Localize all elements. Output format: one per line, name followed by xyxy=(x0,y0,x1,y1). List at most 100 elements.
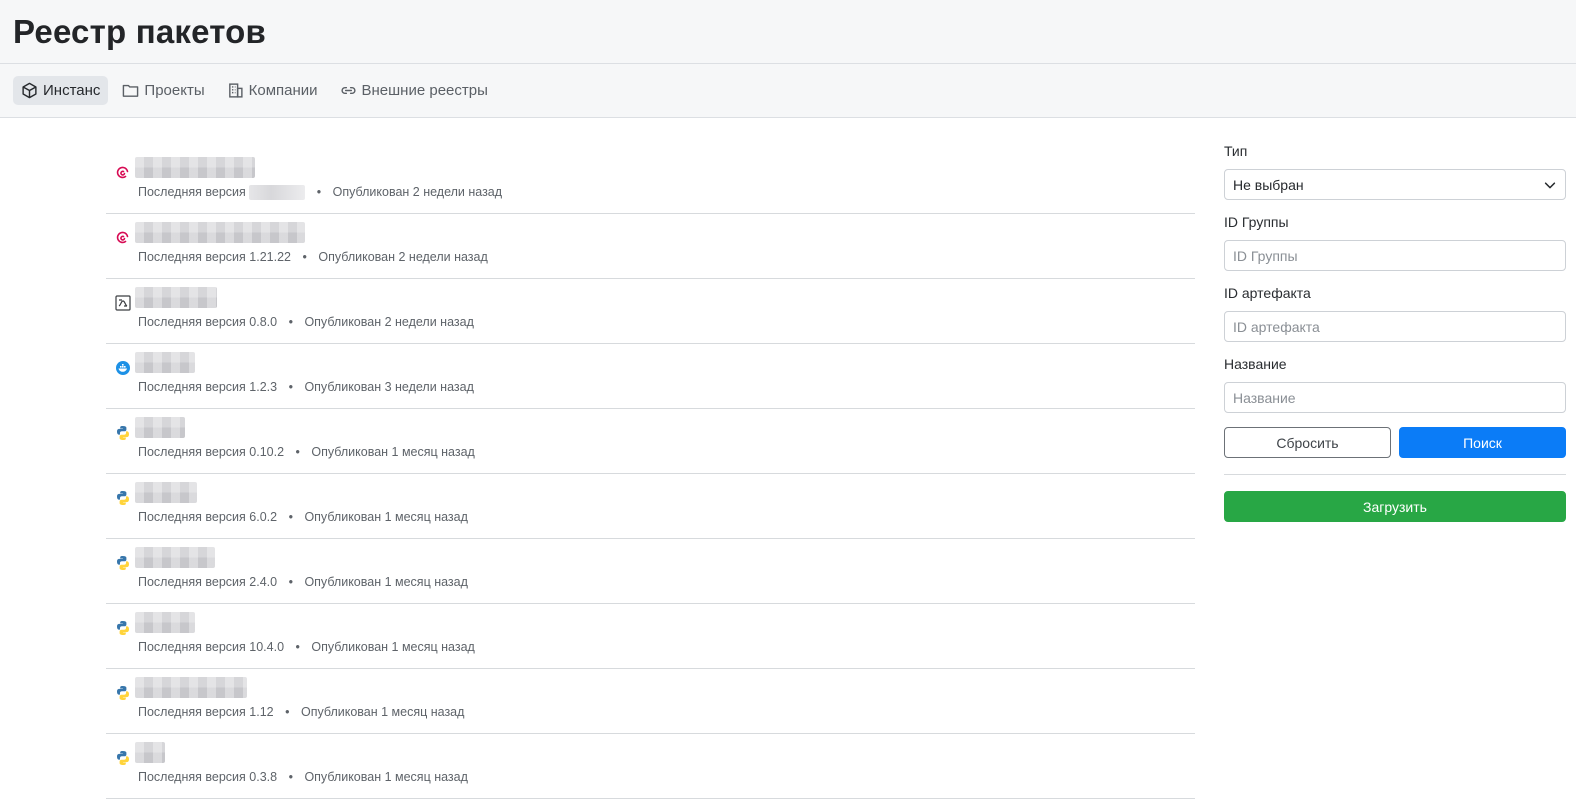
version-label: Последняя версия xyxy=(138,705,246,719)
version-label: Последняя версия xyxy=(138,250,246,264)
version-label: Последняя версия xyxy=(138,315,246,329)
version-number: 0.8.0 xyxy=(249,315,278,329)
python-icon xyxy=(114,684,131,701)
type-select[interactable]: Не выбран xyxy=(1224,169,1566,200)
package-row[interactable]: Последняя версия • Опубликован 2 недели … xyxy=(106,149,1195,214)
python-icon xyxy=(114,424,131,441)
package-meta: Последняя версия 0.3.8 • Опубликован 1 м… xyxy=(138,770,468,784)
version-number: 2.4.0 xyxy=(249,575,278,589)
version-label: Последняя версия xyxy=(138,445,246,459)
package-meta: Последняя версия 0.8.0 • Опубликован 2 н… xyxy=(138,315,474,329)
published-text: Опубликован 1 месяц назад xyxy=(304,510,468,524)
debian-icon xyxy=(114,229,131,246)
package-row[interactable]: Последняя версия 1.12 • Опубликован 1 ме… xyxy=(106,669,1195,734)
tab-instance[interactable]: Инстанс xyxy=(13,76,109,105)
separator-dot: • xyxy=(316,185,322,199)
python-icon xyxy=(114,489,131,506)
package-row[interactable]: Последняя версия 0.8.0 • Опубликован 2 н… xyxy=(106,279,1195,344)
box-icon xyxy=(22,82,37,99)
search-button[interactable]: Поиск xyxy=(1399,427,1566,458)
upload-button[interactable]: Загрузить xyxy=(1224,491,1566,522)
separator-dot: • xyxy=(288,770,293,784)
tab-companies-label: Компании xyxy=(248,82,318,99)
package-name-redacted[interactable] xyxy=(135,352,195,373)
name-input[interactable] xyxy=(1224,382,1566,413)
group-id-input[interactable] xyxy=(1224,240,1566,271)
package-name-redacted[interactable] xyxy=(135,612,195,633)
version-label: Последняя версия xyxy=(138,575,246,589)
package-meta: Последняя версия 0.10.2 • Опубликован 1 … xyxy=(138,445,475,459)
python-icon xyxy=(114,619,131,636)
link-icon xyxy=(341,86,356,95)
package-row[interactable]: Последняя версия 10.4.0 • Опубликован 1 … xyxy=(106,604,1195,669)
package-name-redacted[interactable] xyxy=(135,547,215,568)
version-label: Последняя версия xyxy=(138,640,246,654)
tab-bar: Инстанс Проекты Компании Внешние реестры xyxy=(0,64,1576,118)
package-name-redacted[interactable] xyxy=(135,287,217,308)
tab-projects-label: Проекты xyxy=(144,82,205,99)
package-name-redacted[interactable] xyxy=(135,157,255,178)
package-name-redacted[interactable] xyxy=(135,677,247,698)
python-icon xyxy=(114,554,131,571)
version-number: 0.3.8 xyxy=(249,770,278,784)
separator-dot: • xyxy=(288,315,293,329)
tab-instance-label: Инстанс xyxy=(43,82,101,99)
filter-panel: Тип Не выбран ID Группы ID артефакта Наз… xyxy=(1224,143,1566,522)
package-meta: Последняя версия 1.12 • Опубликован 1 ме… xyxy=(138,705,464,719)
separator-dot: • xyxy=(295,640,300,654)
page-header: Реестр пакетов xyxy=(0,0,1576,64)
debian-icon xyxy=(114,164,131,181)
package-meta: Последняя версия 6.0.2 • Опубликован 1 м… xyxy=(138,510,468,524)
python-icon xyxy=(114,749,131,766)
type-select-value: Не выбран xyxy=(1233,176,1304,193)
published-text: Опубликован 3 недели назад xyxy=(304,380,474,394)
published-text: Опубликован 2 недели назад xyxy=(318,250,488,264)
published-text: Опубликован 2 недели назад xyxy=(332,185,503,199)
package-row[interactable]: Последняя версия 1.2.3 • Опубликован 3 н… xyxy=(106,344,1195,409)
artifact-id-field: ID артефакта xyxy=(1224,285,1566,342)
separator-dot: • xyxy=(288,575,293,589)
package-meta: Последняя версия • Опубликован 2 недели … xyxy=(138,185,503,201)
type-field: Тип Не выбран xyxy=(1224,143,1566,200)
package-row[interactable]: Последняя версия 1.21.22 • Опубликован 2… xyxy=(106,214,1195,279)
page-title: Реестр пакетов xyxy=(13,12,266,50)
separator-dot: • xyxy=(288,510,293,524)
package-row[interactable]: Последняя версия 0.3.8 • Опубликован 1 м… xyxy=(106,734,1195,799)
package-name-redacted[interactable] xyxy=(135,417,185,438)
published-text: Опубликован 1 месяц назад xyxy=(304,770,468,784)
name-field: Название xyxy=(1224,356,1566,413)
helm-icon xyxy=(114,294,131,311)
artifact-id-input[interactable] xyxy=(1224,311,1566,342)
version-number: 10.4.0 xyxy=(249,640,285,654)
version-label: Последняя версия xyxy=(138,510,246,524)
version-label: Последняя версия xyxy=(138,185,246,199)
folder-icon xyxy=(123,84,139,97)
group-id-label: ID Группы xyxy=(1224,214,1289,230)
group-id-field: ID Группы xyxy=(1224,214,1566,271)
package-row[interactable]: Последняя версия 6.0.2 • Опубликован 1 м… xyxy=(106,474,1195,539)
package-row[interactable]: Последняя версия 2.4.0 • Опубликован 1 м… xyxy=(106,539,1195,604)
package-name-redacted[interactable] xyxy=(135,482,197,503)
version-number: 1.2.3 xyxy=(249,380,278,394)
building-icon xyxy=(228,83,243,98)
package-name-redacted[interactable] xyxy=(135,742,165,763)
separator-dot: • xyxy=(285,705,290,719)
docker-icon xyxy=(114,359,131,376)
chevron-down-icon xyxy=(1544,181,1556,188)
tab-companies[interactable]: Компании xyxy=(219,76,326,105)
tab-projects[interactable]: Проекты xyxy=(114,76,212,105)
version-number: 1.21.22 xyxy=(249,250,291,264)
name-label: Название xyxy=(1224,356,1287,372)
published-text: Опубликован 1 месяц назад xyxy=(304,575,468,589)
version-number: 6.0.2 xyxy=(249,510,278,524)
package-row[interactable]: Последняя версия 0.10.2 • Опубликован 1 … xyxy=(106,409,1195,474)
tab-external-registries[interactable]: Внешние реестры xyxy=(332,76,496,105)
type-label: Тип xyxy=(1224,143,1248,159)
package-name-redacted[interactable] xyxy=(135,222,305,243)
package-meta: Последняя версия 1.2.3 • Опубликован 3 н… xyxy=(138,380,474,394)
reset-button[interactable]: Сбросить xyxy=(1224,427,1391,458)
separator-dot: • xyxy=(295,445,300,459)
version-label: Последняя версия xyxy=(138,770,246,784)
tab-external-registries-label: Внешние реестры xyxy=(361,82,488,99)
separator-dot: • xyxy=(302,250,307,264)
